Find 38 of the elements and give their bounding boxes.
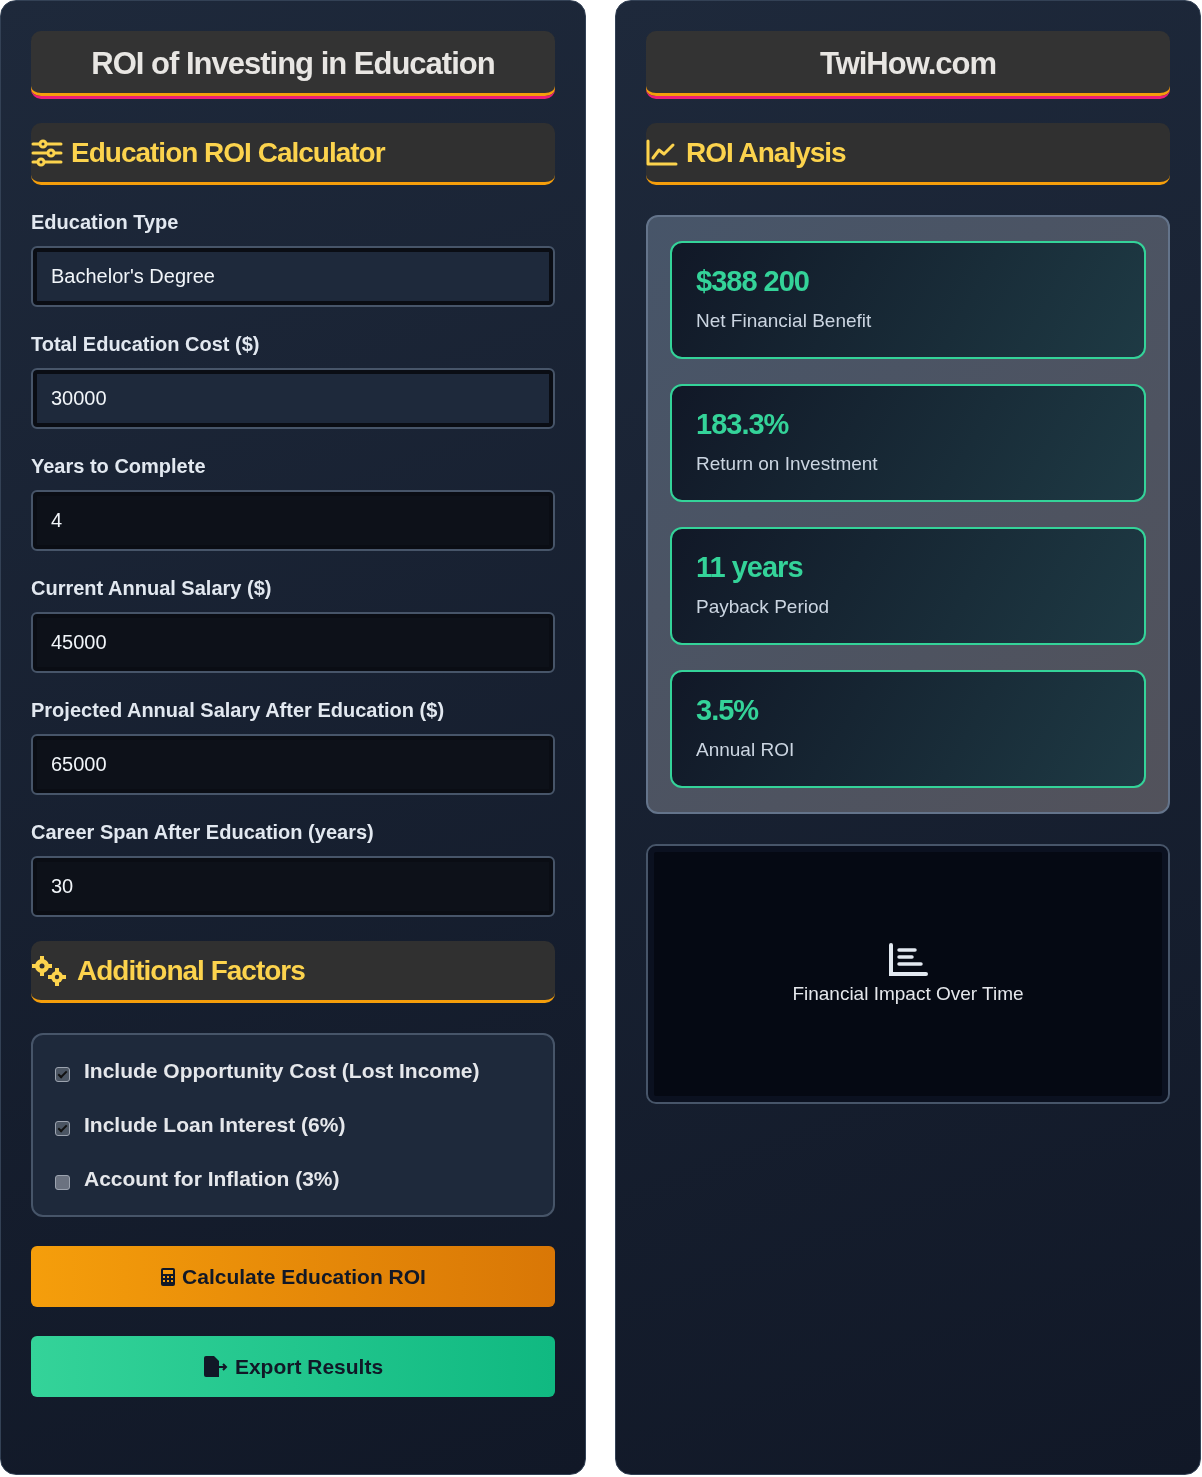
- checkbox-label: Include Loan Interest (6%): [84, 1113, 346, 1137]
- line-chart-icon: [646, 138, 678, 167]
- result-label: Payback Period: [696, 596, 831, 618]
- result-value: $388 200: [696, 265, 810, 298]
- input-field[interactable]: 30: [31, 856, 555, 917]
- field-label: Current Annual Salary ($): [31, 577, 273, 600]
- file-export-icon: [202, 1355, 229, 1378]
- checkbox[interactable]: [55, 1120, 70, 1136]
- bar-chart-icon: [888, 943, 928, 977]
- result-value: 183.3%: [696, 408, 790, 441]
- checkbox[interactable]: [55, 1066, 70, 1082]
- result-label: Net Financial Benefit: [696, 310, 873, 332]
- field-label: Total Education Cost ($): [31, 333, 261, 356]
- section-heading: ROI Analysis: [686, 136, 846, 169]
- result-value: 11 years: [696, 551, 804, 584]
- checkbox[interactable]: [55, 1174, 70, 1190]
- result-label: Return on Investment: [696, 453, 879, 475]
- input-field[interactable]: 65000: [31, 734, 555, 795]
- checkbox-label: Account for Inflation (3%): [84, 1167, 340, 1191]
- input-field[interactable]: 30000: [31, 368, 555, 429]
- site-title: TwiHow.com: [646, 31, 1170, 99]
- result-value: 3.5%: [696, 694, 760, 727]
- field-label: Years to Complete: [31, 455, 207, 478]
- calculator-icon: [160, 1266, 177, 1287]
- field-label: Career Span After Education (years): [31, 821, 375, 844]
- input-field[interactable]: 45000: [31, 612, 555, 673]
- input-field[interactable]: 4: [31, 490, 555, 551]
- field-label: Education Type: [31, 211, 180, 234]
- checkbox-label: Include Opportunity Cost (Lost Income): [84, 1059, 480, 1083]
- section-heading: Additional Factors: [77, 954, 305, 987]
- field-label: Projected Annual Salary After Education ($): [31, 699, 446, 722]
- page-title: ROI of Investing in Education: [31, 31, 555, 99]
- result-label: Annual ROI: [696, 739, 796, 761]
- chart-caption: Financial Impact Over Time: [792, 983, 1024, 1005]
- input-field[interactable]: Bachelor's Degree: [31, 246, 555, 307]
- calculate-button[interactable]: Calculate Education ROI: [31, 1246, 555, 1307]
- export-button[interactable]: Export Results: [31, 1336, 555, 1397]
- section-heading: Education ROI Calculator: [71, 136, 385, 169]
